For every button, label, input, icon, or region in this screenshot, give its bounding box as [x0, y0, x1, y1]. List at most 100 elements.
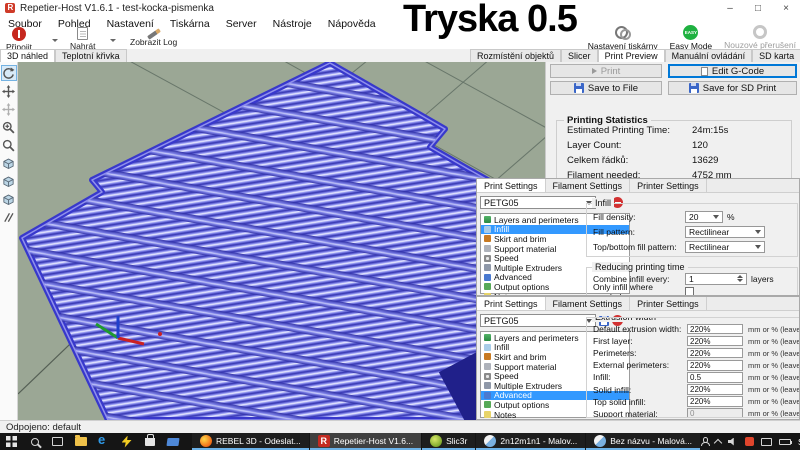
view-tab[interactable]: 3D náhled: [0, 49, 55, 62]
taskbar-icon[interactable]: [138, 433, 161, 450]
slicer-tab[interactable]: Printer Settings: [630, 179, 707, 192]
load-button[interactable]: Nahrát: [70, 27, 96, 51]
battery-icon[interactable]: [779, 439, 791, 445]
preview-tab[interactable]: Rozmístění objektů: [470, 49, 561, 62]
cross-section-button[interactable]: [1, 209, 17, 225]
chevron-up-icon[interactable]: [714, 438, 722, 446]
maximize-button[interactable]: □: [744, 0, 772, 16]
stat-value: 24m:15s: [692, 125, 728, 136]
isometric-view-button[interactable]: [1, 155, 17, 171]
extrusion-width-input[interactable]: 220%: [687, 336, 743, 347]
printing-statistics-rows: Estimated Printing Time: 24m:15s Layer C…: [557, 125, 791, 181]
reducing-printing-time-group: Reducing printing time Combine infill ev…: [586, 267, 798, 296]
extrusion-width-input[interactable]: 220%: [687, 324, 743, 335]
move-object-button[interactable]: [1, 101, 17, 117]
stat-value: 120: [692, 140, 708, 151]
preview-tab[interactable]: Manuální ovládání: [665, 49, 753, 62]
only-infill-where-needed-checkbox[interactable]: [685, 287, 694, 296]
slic3r-print-settings-window-infill: Print SettingsFilament SettingsPrinter S…: [476, 178, 800, 296]
infill-group: Infill Fill density: 20 % Fill pattern: …: [586, 203, 798, 257]
easy-mode-button[interactable]: EASY Easy Mode: [670, 25, 713, 51]
taskbar-app-button[interactable]: Bez názvu - Malová...: [586, 433, 700, 450]
preview-tab[interactable]: SD karta: [752, 49, 800, 62]
gcode-preview-render: [18, 62, 545, 420]
taskbar-app-button[interactable]: Slic3r: [422, 433, 475, 450]
top-bottom-fill-pattern-select[interactable]: Rectilinear: [685, 241, 765, 253]
extrusion-width-input[interactable]: 220%: [687, 384, 743, 395]
taskbar-icon[interactable]: [92, 433, 115, 450]
menu-item[interactable]: Server: [218, 17, 265, 31]
zoom-in-button[interactable]: [1, 119, 17, 135]
close-button[interactable]: ×: [772, 0, 800, 16]
show-log-button[interactable]: Zobrazit Log: [130, 27, 177, 47]
extrusion-width-row: Top solid infill: 220% mm or % (leave 0 …: [593, 396, 799, 408]
section-icon: [484, 264, 491, 271]
extrusion-width-input[interactable]: 220%: [687, 396, 743, 407]
combine-infill-input[interactable]: 1: [685, 273, 747, 285]
extrusion-width-input[interactable]: 0.5: [687, 372, 743, 383]
slicer-tab[interactable]: Filament Settings: [546, 297, 631, 310]
display-icon[interactable]: [761, 438, 772, 446]
taskbar-app-button[interactable]: 2n12m1n1 - Malov...: [476, 433, 585, 450]
easy-mode-icon: EASY: [683, 25, 698, 40]
view-tab[interactable]: Teplotní křivka: [55, 49, 127, 62]
taskbar-app-button[interactable]: REBEL 3D - Odeslat...: [192, 433, 309, 450]
section-icon: [484, 363, 491, 370]
antivirus-icon[interactable]: [745, 437, 754, 446]
zoom-button[interactable]: [1, 137, 17, 153]
fill-pattern-select[interactable]: Rectilinear: [685, 226, 765, 238]
preview-tab[interactable]: Print Preview: [598, 49, 665, 62]
spinner-arrows-icon[interactable]: [737, 275, 743, 282]
status-bar: Odpojeno: default: [0, 420, 800, 433]
section-icon: [484, 353, 491, 360]
slic3r-print-settings-window-advanced: Print SettingsFilament SettingsPrinter S…: [476, 296, 800, 420]
app-icon: [5, 3, 15, 13]
profile-select[interactable]: PETG05: [480, 196, 596, 209]
emergency-stop-icon: [753, 25, 767, 39]
profile-select[interactable]: PETG05: [480, 314, 596, 327]
slicer-tab[interactable]: Printer Settings: [630, 297, 707, 310]
extrusion-width-input[interactable]: 0: [687, 408, 743, 418]
front-view-button[interactable]: [1, 173, 17, 189]
chevron-down-icon: [713, 215, 719, 219]
play-icon: [592, 68, 597, 74]
extrusion-width-input[interactable]: 220%: [687, 360, 743, 371]
preview-tab[interactable]: Slicer: [561, 49, 598, 62]
menu-item[interactable]: Nástroje: [265, 17, 320, 31]
section-icon: [484, 382, 491, 389]
move-view-button[interactable]: [1, 83, 17, 99]
extrusion-width-row: Infill: 0.5 mm or % (leave 0 for: [593, 371, 799, 383]
top-view-button[interactable]: [1, 191, 17, 207]
taskbar-icon[interactable]: [115, 433, 138, 450]
save-to-file-button[interactable]: Save to File: [550, 81, 662, 95]
taskbar-icon[interactable]: [0, 433, 23, 450]
print-preview-canvas[interactable]: [18, 62, 545, 420]
stat-row: Layer Count: 120: [567, 140, 791, 151]
slicer-tab[interactable]: Print Settings: [477, 297, 546, 310]
taskbar-app-button[interactable]: Repetier-Host V1.6...: [310, 433, 421, 450]
save-for-sd-button[interactable]: Save for SD Print: [668, 81, 797, 95]
menu-item[interactable]: Nápověda: [320, 17, 384, 31]
section-icon: [484, 401, 491, 408]
slicer-tab[interactable]: Filament Settings: [546, 179, 631, 192]
chevron-down-icon: [755, 245, 761, 249]
people-icon[interactable]: [701, 438, 708, 445]
volume-icon[interactable]: [728, 438, 738, 446]
minimize-button[interactable]: –: [716, 0, 744, 16]
floppy-icon: [689, 83, 699, 93]
taskbar-icon[interactable]: [46, 433, 69, 450]
slicer-tab[interactable]: Print Settings: [477, 179, 546, 192]
printer-settings-button[interactable]: Nastavení tiskárny: [588, 25, 658, 51]
print-button[interactable]: Print: [550, 64, 662, 78]
taskbar-icon[interactable]: [69, 433, 92, 450]
extrusion-width-rows: Default extrusion width: 220% mm or % (l…: [587, 323, 799, 418]
extrusion-width-input[interactable]: 220%: [687, 348, 743, 359]
connect-caret-icon[interactable]: [52, 39, 58, 42]
edit-gcode-button[interactable]: Edit G-Code: [668, 64, 797, 78]
fill-density-select[interactable]: 20: [685, 211, 723, 223]
load-caret-icon[interactable]: [110, 39, 116, 42]
taskbar-icon[interactable]: [161, 433, 184, 450]
page-title: Tryska 0.5: [403, 0, 577, 41]
taskbar-icon[interactable]: [23, 433, 46, 450]
rotate-view-button[interactable]: [1, 65, 17, 81]
